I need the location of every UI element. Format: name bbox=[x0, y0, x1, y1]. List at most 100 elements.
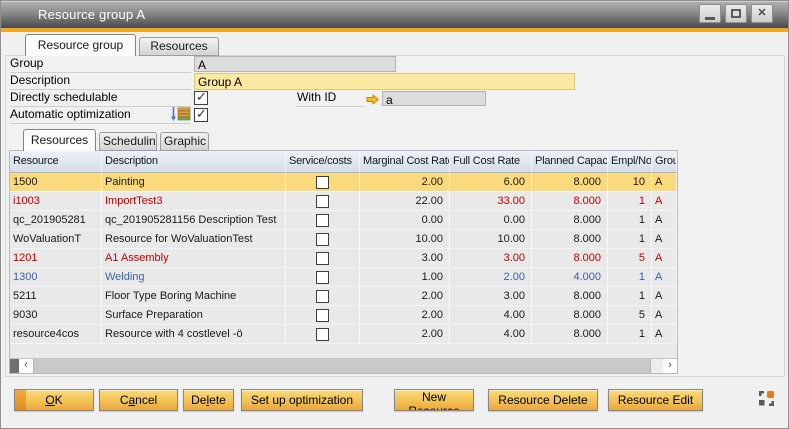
resource-cell: resource4cos bbox=[10, 325, 102, 343]
directly-schedulable-checkbox[interactable] bbox=[194, 91, 208, 105]
description-cell: ImportTest3 bbox=[102, 192, 286, 210]
group-cell: A bbox=[652, 249, 677, 267]
marginal-cell: 22.00 bbox=[360, 192, 450, 210]
link-arrow-icon[interactable] bbox=[366, 92, 379, 103]
accent-bar bbox=[1, 28, 788, 32]
automatic-optimization-checkbox[interactable] bbox=[194, 108, 208, 122]
group-field[interactable]: A bbox=[194, 56, 396, 72]
titlebar[interactable]: Resource group A ✕ bbox=[1, 1, 788, 28]
close-icon: ✕ bbox=[757, 8, 766, 19]
service-costs-cell bbox=[286, 287, 360, 305]
column-header-resource[interactable]: Resource bbox=[10, 151, 102, 172]
table-row[interactable]: 9030Surface Preparation2.004.008.0005A bbox=[10, 306, 677, 325]
table-row[interactable]: WoValuationTResource for WoValuationTest… bbox=[10, 230, 677, 249]
description-field[interactable]: Group A bbox=[194, 73, 575, 90]
scroll-left-icon: ‹ bbox=[24, 359, 28, 371]
marginal-cell: 1.00 bbox=[360, 268, 450, 286]
group-cell: A bbox=[652, 192, 677, 210]
button-row: OKCancelDelete Set up optimization New Res… bbox=[14, 389, 703, 411]
marginal-cell: 2.00 bbox=[360, 325, 450, 343]
resource-edit-button[interactable]: Resource Edit bbox=[608, 389, 703, 411]
cancel-button[interactable]: Cancel bbox=[99, 389, 178, 411]
marginal-cell: 2.00 bbox=[360, 306, 450, 324]
tab-resources[interactable]: Resources bbox=[139, 37, 219, 56]
planned-cell: 4.000 bbox=[532, 268, 608, 286]
table-row[interactable]: resource4cosResource with 4 costlevel -ö… bbox=[10, 325, 677, 344]
table-header-row: ResourceDescriptionService/costsMarginal… bbox=[10, 151, 677, 173]
table-row[interactable]: i1003ImportTest322.0033.008.0001A bbox=[10, 192, 677, 211]
service-costs-cell bbox=[286, 173, 360, 191]
empl-cell: 1 bbox=[608, 268, 652, 286]
table-row[interactable]: qc_201905281qc_201905281156 Description … bbox=[10, 211, 677, 230]
automatic-optimization-label: Automatic optimization bbox=[10, 107, 191, 124]
with-id-label: With ID bbox=[297, 90, 364, 107]
service-costs-cell bbox=[286, 230, 360, 248]
service-costs-checkbox[interactable] bbox=[316, 271, 329, 284]
group-cell: A bbox=[652, 325, 677, 343]
service-costs-checkbox[interactable] bbox=[316, 328, 329, 341]
collapse-form-icon[interactable] bbox=[758, 390, 776, 408]
column-header-group[interactable]: Group bbox=[652, 151, 677, 172]
subtab-resources[interactable]: Resources bbox=[23, 129, 96, 151]
planned-cell: 8.000 bbox=[532, 211, 608, 229]
delete-button[interactable]: Delete bbox=[183, 389, 234, 411]
column-header-planned-capaci[interactable]: Planned Capaci bbox=[532, 151, 608, 172]
empl-cell: 1 bbox=[608, 287, 652, 305]
table-row[interactable]: 1201A1 Assembly3.003.008.0005A bbox=[10, 249, 677, 268]
maximize-button[interactable] bbox=[725, 4, 747, 23]
resource-cell: 1300 bbox=[10, 268, 102, 286]
close-button[interactable]: ✕ bbox=[751, 4, 773, 23]
ok-button[interactable]: OK bbox=[14, 389, 94, 411]
full-cell: 6.00 bbox=[450, 173, 532, 191]
window-title: Resource group A bbox=[38, 7, 145, 22]
resource-delete-button[interactable]: Resource Delete bbox=[488, 389, 598, 411]
scroll-right-button[interactable]: › bbox=[663, 359, 677, 373]
empl-cell: 1 bbox=[608, 211, 652, 229]
table-body: 1500Painting2.006.008.00010Ai1003ImportT… bbox=[10, 173, 677, 358]
empl-cell: 1 bbox=[608, 325, 652, 343]
group-cell: A bbox=[652, 173, 677, 191]
table-row[interactable]: 1300Welding1.002.004.0001A bbox=[10, 268, 677, 287]
tab-resource-group[interactable]: Resource group bbox=[25, 34, 136, 56]
subtab-graphic[interactable]: Graphic bbox=[160, 132, 209, 151]
column-header-full-cost-rate[interactable]: Full Cost Rate bbox=[450, 151, 532, 172]
description-label: Description bbox=[10, 73, 191, 90]
service-costs-checkbox[interactable] bbox=[316, 309, 329, 322]
service-costs-checkbox[interactable] bbox=[316, 252, 329, 265]
directly-schedulable-label: Directly schedulable bbox=[10, 90, 191, 107]
service-costs-checkbox[interactable] bbox=[316, 290, 329, 303]
service-costs-checkbox[interactable] bbox=[316, 176, 329, 189]
column-header-marginal-cost-rate[interactable]: Marginal Cost Rate bbox=[360, 151, 450, 172]
service-costs-checkbox[interactable] bbox=[316, 233, 329, 246]
description-cell: Resource for WoValuationTest bbox=[102, 230, 286, 248]
group-cell: A bbox=[652, 287, 677, 305]
horizontal-scrollbar[interactable]: ‹ › bbox=[10, 358, 677, 373]
scrollbar-splitter[interactable] bbox=[10, 359, 19, 373]
empl-cell: 1 bbox=[608, 192, 652, 210]
subtab-scheduling[interactable]: Scheduling bbox=[99, 132, 157, 151]
service-costs-cell bbox=[286, 249, 360, 267]
column-header-service-costs[interactable]: Service/costs bbox=[286, 151, 360, 172]
empl-cell: 1 bbox=[608, 230, 652, 248]
resource-cell: 5211 bbox=[10, 287, 102, 305]
column-header-empl-no[interactable]: Empl/No. bbox=[608, 151, 652, 172]
new-resource-button[interactable]: New Resource bbox=[394, 389, 474, 411]
group-cell: A bbox=[652, 306, 677, 324]
group-cell: A bbox=[652, 211, 677, 229]
column-header-description[interactable]: Description bbox=[102, 151, 286, 172]
with-id-field[interactable]: a bbox=[382, 91, 486, 106]
description-cell: Floor Type Boring Machine bbox=[102, 287, 286, 305]
minimize-button[interactable] bbox=[699, 4, 721, 23]
scroll-left-button[interactable]: ‹ bbox=[19, 359, 33, 373]
table-row[interactable]: 1500Painting2.006.008.00010A bbox=[10, 173, 677, 192]
scrollbar-track[interactable] bbox=[651, 359, 663, 373]
maximize-icon bbox=[731, 9, 741, 18]
full-cell: 4.00 bbox=[450, 306, 532, 324]
table-row[interactable]: 5211Floor Type Boring Machine2.003.008.0… bbox=[10, 287, 677, 306]
service-costs-checkbox[interactable] bbox=[316, 214, 329, 227]
set-up-optimization-button[interactable]: Set up optimization bbox=[241, 389, 363, 411]
full-cell: 4.00 bbox=[450, 325, 532, 343]
service-costs-cell bbox=[286, 325, 360, 343]
service-costs-checkbox[interactable] bbox=[316, 195, 329, 208]
scrollbar-thumb[interactable] bbox=[33, 359, 651, 373]
